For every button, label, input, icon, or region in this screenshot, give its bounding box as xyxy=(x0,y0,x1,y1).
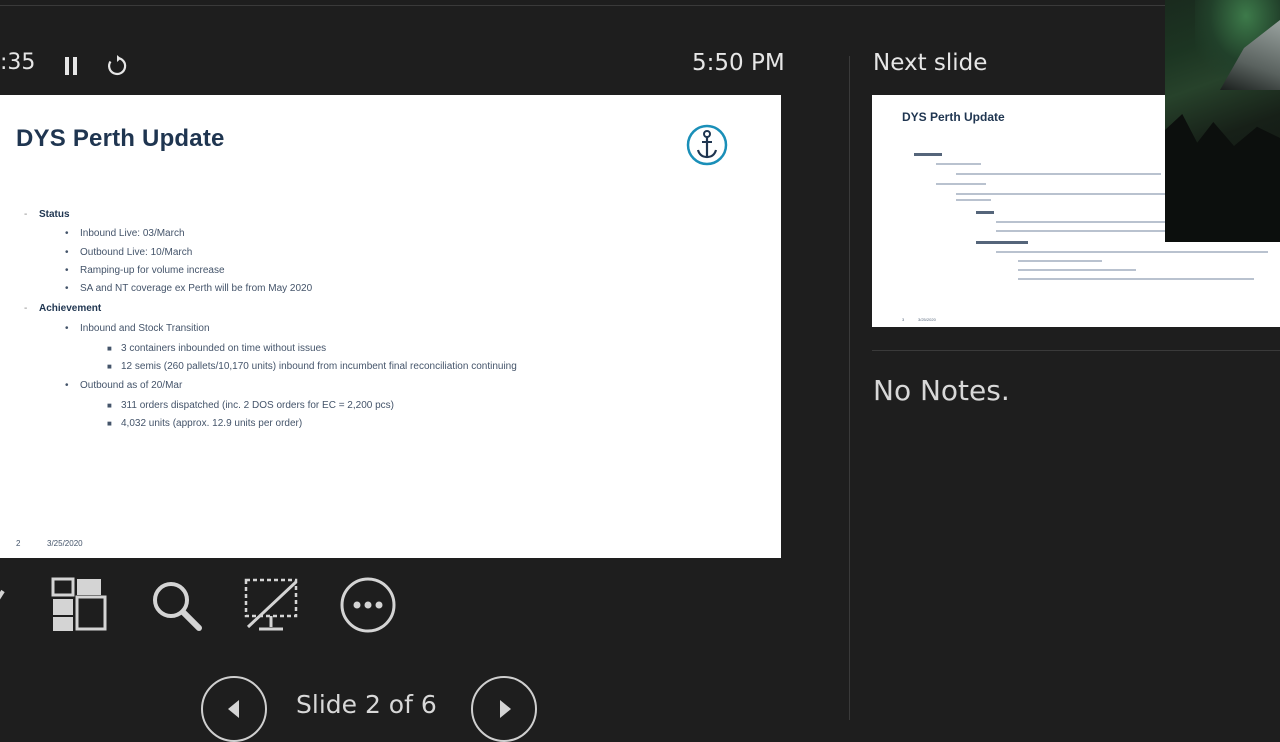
slide-counter: Slide 2 of 6 xyxy=(296,690,437,719)
restart-timer-button[interactable] xyxy=(103,52,131,80)
top-divider xyxy=(0,5,1165,6)
slide-title: DYS Perth Update xyxy=(16,125,225,152)
list-subitem: 4,032 units (approx. 12.9 units per orde… xyxy=(121,418,303,429)
more-options-icon xyxy=(340,577,396,633)
current-slide[interactable]: DYS Perth Update - Status • Inbound Live… xyxy=(0,95,781,558)
speaker-notes: No Notes. xyxy=(873,374,1010,407)
list-subitem: 311 orders dispatched (inc. 2 DOS orders… xyxy=(121,400,395,411)
section-heading: Status xyxy=(39,209,70,220)
next-slide-title: DYS Perth Update xyxy=(902,110,1005,124)
thumb-text-line xyxy=(996,251,1268,253)
pause-icon xyxy=(65,57,77,75)
list-item: Ramping-up for volume increase xyxy=(80,265,225,276)
thumb-text-line xyxy=(976,241,1028,244)
slide-date: 3/25/2020 xyxy=(47,539,83,548)
previous-slide-button[interactable] xyxy=(201,676,267,742)
pen-tool-button[interactable] xyxy=(0,577,12,633)
thumb-text-line xyxy=(956,173,1161,175)
black-screen-icon xyxy=(244,578,298,631)
thumb-text-line xyxy=(1018,269,1136,271)
section-heading: Achievement xyxy=(39,303,102,314)
thumb-text-line xyxy=(996,230,1166,232)
zoom-icon xyxy=(153,582,202,631)
list-subitem: 12 semis (260 pallets/10,170 units) inbo… xyxy=(121,361,517,372)
thumb-text-line xyxy=(1018,260,1102,262)
slide-grid-icon xyxy=(51,577,107,631)
thumb-text-line xyxy=(976,211,994,214)
see-all-slides-button[interactable] xyxy=(51,577,107,633)
slide-number: 2 xyxy=(16,539,21,548)
next-slide-label: Next slide xyxy=(873,50,988,76)
thumb-text-line xyxy=(956,199,991,201)
current-time: 5:50 PM xyxy=(692,50,785,76)
restart-icon xyxy=(108,55,127,76)
notes-divider xyxy=(872,350,1280,351)
next-slide-date: 3/25/2020 xyxy=(918,317,936,322)
next-slide-button[interactable] xyxy=(471,676,537,742)
elapsed-timer: :35 xyxy=(0,50,36,75)
pause-button[interactable] xyxy=(57,52,85,80)
pen-icon xyxy=(0,589,5,600)
next-slide-number: 3 xyxy=(902,317,905,322)
webcam-overlay xyxy=(1165,0,1280,242)
thumb-text-line xyxy=(1018,278,1254,280)
zoom-button[interactable] xyxy=(148,577,204,633)
list-item: SA and NT coverage ex Perth will be from… xyxy=(80,283,313,294)
thumb-text-line xyxy=(996,221,1166,223)
thumb-text-line xyxy=(956,193,1166,195)
anchor-logo xyxy=(686,124,728,166)
list-item: Inbound and Stock Transition xyxy=(80,323,210,334)
more-options-button[interactable] xyxy=(340,577,396,633)
panel-divider xyxy=(849,56,850,720)
list-item: Outbound as of 20/Mar xyxy=(80,380,183,391)
thumb-text-line xyxy=(914,153,942,156)
list-item: Inbound Live: 03/March xyxy=(80,228,185,239)
previous-slide-icon xyxy=(228,700,239,718)
thumb-text-line xyxy=(936,183,986,185)
next-slide-icon xyxy=(500,700,511,718)
tree-silhouette xyxy=(1165,114,1280,242)
list-subitem: 3 containers inbounded on time without i… xyxy=(121,343,327,354)
list-item: Outbound Live: 10/March xyxy=(80,247,193,258)
thumb-text-line xyxy=(936,163,981,165)
black-screen-button[interactable] xyxy=(243,577,299,633)
